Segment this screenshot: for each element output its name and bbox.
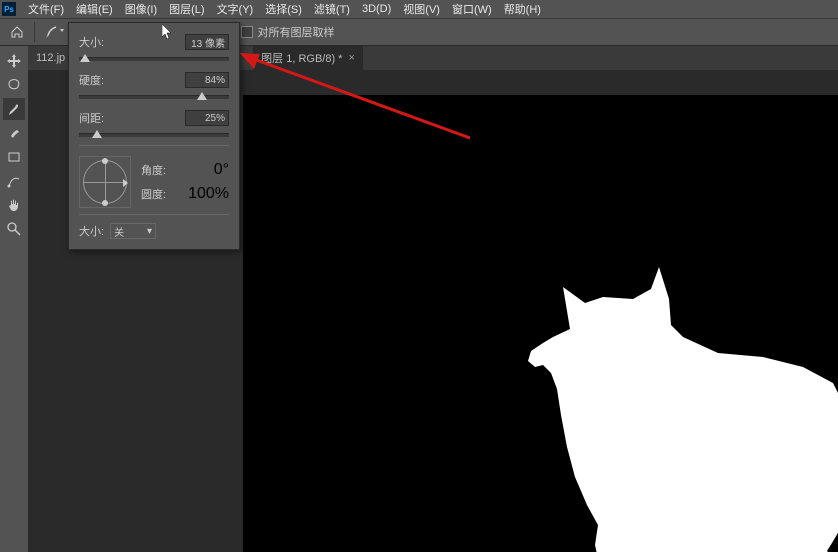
flip-select[interactable]: 关 ▾ [110,223,156,239]
hardness-slider[interactable] [79,95,229,99]
tools-panel [0,46,28,552]
divider [34,22,35,42]
roundness-label: 圆度: [141,186,166,202]
spacing-label: 间距: [79,110,104,126]
menu-bar: Ps 文件(F) 编辑(E) 图像(I) 图层(L) 文字(Y) 选择(S) 滤… [0,0,838,18]
spacing-slider[interactable] [79,133,229,137]
close-icon[interactable]: × [348,52,354,64]
menu-window[interactable]: 窗口(W) [446,1,498,17]
size-slider[interactable] [79,57,229,61]
brush-tool[interactable] [3,98,25,120]
sample-all-layers-checkbox[interactable]: 对所有图层取样 [241,24,334,40]
move-tool[interactable] [3,50,25,72]
smudge-tool[interactable] [3,122,25,144]
cat-silhouette [483,255,838,552]
zoom-tool[interactable] [3,218,25,240]
tool-preset-picker[interactable] [43,20,67,44]
brush-settings-panel: 大小: 13 像素 硬度: 84% 间距: 25% 角度: 0° 圆度: [68,22,240,250]
angle-value-input[interactable]: 0° [214,161,229,179]
menu-layer[interactable]: 图层(L) [163,1,210,17]
menu-edit[interactable]: 编辑(E) [70,1,119,17]
menu-select[interactable]: 选择(S) [259,1,308,17]
hardness-value-input[interactable]: 84% [185,72,229,88]
roundness-value-input[interactable]: 100% [188,185,229,203]
checkbox-label: 对所有图层取样 [257,24,334,40]
hardness-label: 硬度: [79,72,104,88]
divider [79,214,229,215]
menu-filter[interactable]: 滤镜(T) [308,1,356,17]
divider [79,145,229,146]
home-icon[interactable] [8,23,26,41]
lasso-tool[interactable] [3,74,25,96]
document-tab[interactable]: 图层 1, RGB/8) * × [253,46,363,70]
menu-image[interactable]: 图像(I) [119,1,163,17]
menu-view[interactable]: 视图(V) [397,1,446,17]
checkbox-icon [241,26,253,38]
canvas[interactable] [243,95,838,552]
flip-label: 大小: [79,223,104,239]
menu-type[interactable]: 文字(Y) [211,1,260,17]
menu-3d[interactable]: 3D(D) [356,3,397,15]
size-label: 大小: [79,34,104,50]
rectangle-tool[interactable] [3,146,25,168]
angle-dial[interactable] [79,156,131,208]
chevron-down-icon: ▾ [147,226,152,237]
size-value-input[interactable]: 13 像素 [185,34,229,50]
app-icon: Ps [2,2,16,16]
menu-help[interactable]: 帮助(H) [498,1,547,17]
hand-tool[interactable] [3,194,25,216]
document-tab[interactable]: 112.jp [28,46,73,70]
path-tool[interactable] [3,170,25,192]
angle-label: 角度: [141,162,166,178]
spacing-value-input[interactable]: 25% [185,110,229,126]
menu-file[interactable]: 文件(F) [22,1,70,17]
